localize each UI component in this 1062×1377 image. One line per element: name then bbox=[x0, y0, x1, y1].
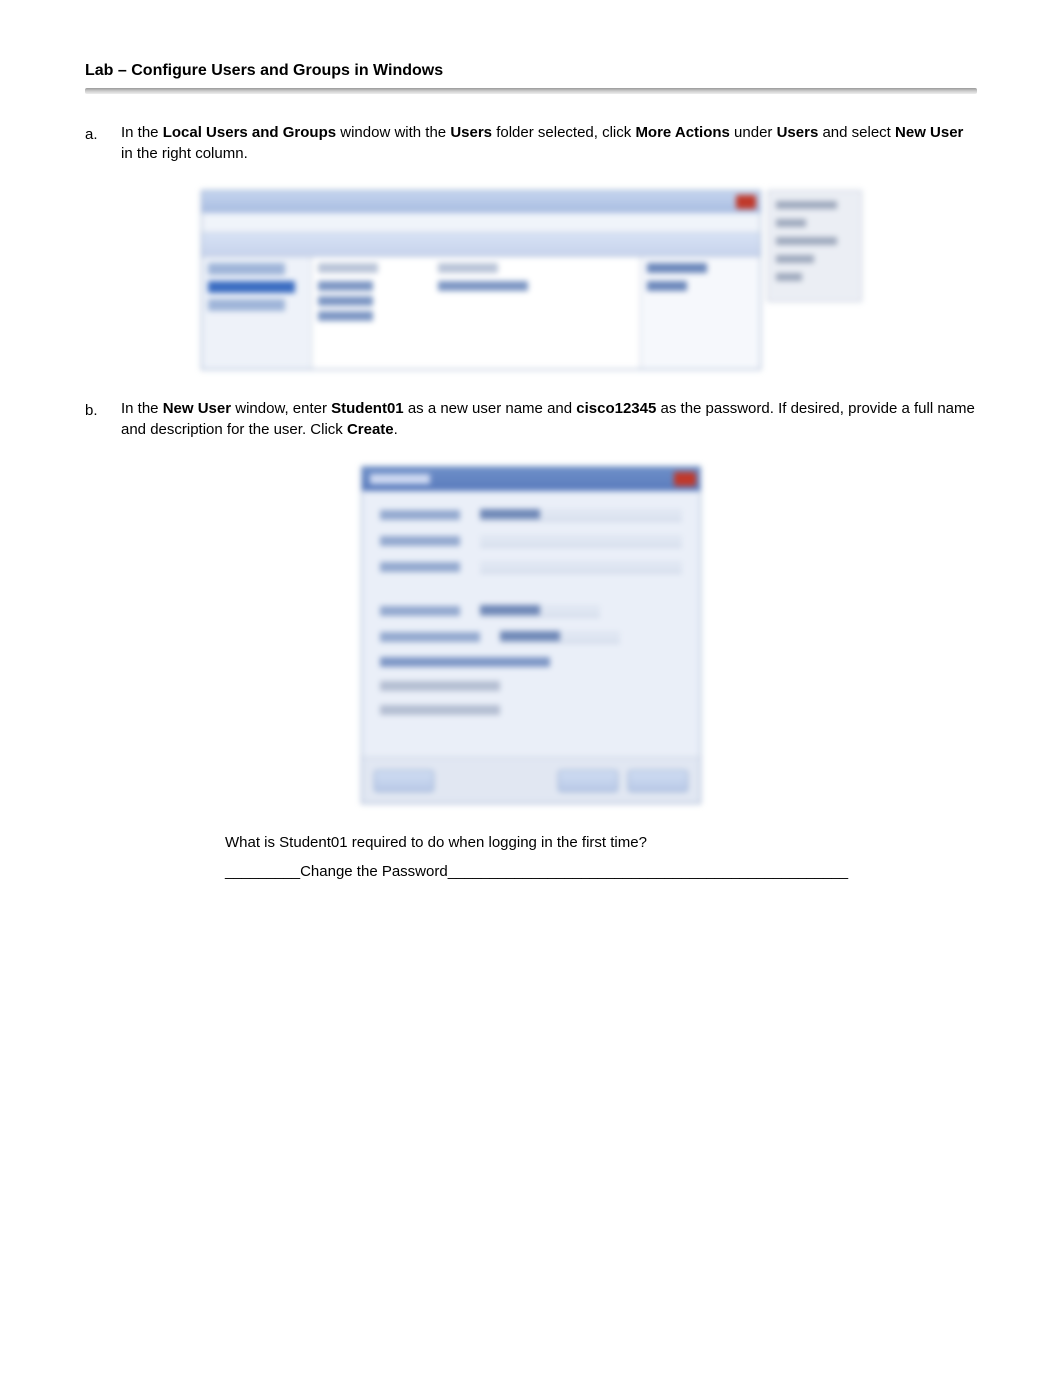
col-header bbox=[318, 263, 378, 273]
confirm-label bbox=[380, 632, 480, 642]
action-line bbox=[647, 281, 687, 291]
step-a-t6: More Actions bbox=[635, 124, 729, 141]
step-a-t1: In the bbox=[121, 124, 163, 141]
fullname-row bbox=[380, 535, 682, 547]
close-icon bbox=[674, 472, 696, 486]
close-button bbox=[628, 770, 688, 792]
step-b-letter: b. bbox=[85, 398, 103, 444]
step-a-t7: under bbox=[730, 124, 777, 141]
page-title: Lab – Configure Users and Groups in Wind… bbox=[85, 60, 977, 88]
action-line bbox=[647, 263, 707, 273]
answer-suffix-blank: ________________________________________… bbox=[448, 863, 848, 880]
help-button bbox=[374, 770, 434, 792]
confirm-row bbox=[380, 631, 682, 643]
step-a-t5: folder selected, click bbox=[492, 124, 635, 141]
description-row bbox=[380, 561, 682, 573]
figure-a-wrap bbox=[85, 190, 977, 370]
menu-item bbox=[776, 237, 838, 245]
password-input bbox=[480, 605, 600, 617]
step-b-t9: . bbox=[394, 421, 398, 438]
description-label bbox=[380, 562, 460, 572]
step-a-t9: and select bbox=[818, 124, 895, 141]
menu-item bbox=[776, 219, 807, 227]
fullname-label bbox=[380, 536, 460, 546]
close-icon bbox=[736, 195, 756, 209]
step-b-t5: as a new user name and bbox=[404, 400, 577, 417]
step-a-t4: Users bbox=[450, 124, 492, 141]
step-a-t8: Users bbox=[777, 124, 819, 141]
tree-row bbox=[208, 299, 286, 311]
step-b-t1: In the bbox=[121, 400, 163, 417]
step-b-t3: window, enter bbox=[231, 400, 331, 417]
fullname-input bbox=[480, 535, 682, 547]
username-label bbox=[380, 510, 460, 520]
step-a-t10: New User bbox=[895, 124, 963, 141]
lug-window bbox=[201, 190, 761, 370]
description-input bbox=[480, 561, 682, 573]
list-row bbox=[318, 296, 373, 306]
cannot-change-check bbox=[380, 681, 500, 691]
list-row bbox=[318, 281, 373, 291]
lug-tree bbox=[202, 257, 312, 369]
title-rule bbox=[85, 88, 977, 94]
lug-body bbox=[202, 257, 760, 369]
username-row bbox=[380, 509, 682, 521]
step-b-text: In the New User window, enter Student01 … bbox=[121, 398, 977, 444]
step-a-letter: a. bbox=[85, 122, 103, 168]
step-a-t11: in the right column. bbox=[121, 145, 248, 162]
step-b-t2: New User bbox=[163, 400, 231, 417]
lug-titlebar bbox=[202, 191, 760, 213]
list-row bbox=[438, 281, 528, 291]
question-text: What is Student01 required to do when lo… bbox=[225, 832, 977, 853]
answer-text: Change the Password bbox=[300, 863, 448, 880]
must-change-check bbox=[380, 657, 550, 667]
answer-line: _________Change the Password____________… bbox=[225, 861, 977, 882]
step-b-t6: cisco12345 bbox=[576, 400, 656, 417]
nu-footer bbox=[362, 757, 700, 803]
confirm-input bbox=[500, 631, 620, 643]
answer-prefix-blank: _________ bbox=[225, 863, 300, 880]
col-header bbox=[438, 263, 498, 273]
figure-b-wrap bbox=[85, 466, 977, 804]
nu-body bbox=[362, 491, 700, 757]
step-a-t3: window with the bbox=[336, 124, 450, 141]
tree-row bbox=[208, 263, 286, 275]
context-menu bbox=[767, 190, 862, 302]
step-a: a. In the Local Users and Groups window … bbox=[85, 122, 977, 168]
new-user-dialog-screenshot bbox=[361, 466, 701, 804]
step-b-t4: Student01 bbox=[331, 400, 404, 417]
username-input bbox=[480, 509, 682, 521]
never-expire-check bbox=[380, 705, 500, 715]
nu-title-text bbox=[370, 474, 430, 484]
create-button bbox=[558, 770, 618, 792]
password-row bbox=[380, 605, 682, 617]
menu-item bbox=[776, 273, 803, 281]
lug-toolbar bbox=[202, 233, 760, 257]
step-a-t2: Local Users and Groups bbox=[163, 124, 336, 141]
menu-item bbox=[776, 255, 815, 263]
lug-list bbox=[312, 257, 640, 369]
password-label bbox=[380, 606, 460, 616]
list-row bbox=[318, 311, 373, 321]
step-b-t8: Create bbox=[347, 421, 394, 438]
step-a-text: In the Local Users and Groups window wit… bbox=[121, 122, 977, 168]
lug-menubar bbox=[202, 213, 760, 233]
menu-item bbox=[776, 201, 838, 209]
local-users-groups-screenshot bbox=[201, 190, 862, 370]
tree-row-selected bbox=[208, 281, 295, 293]
nu-titlebar bbox=[362, 467, 700, 491]
step-b: b. In the New User window, enter Student… bbox=[85, 398, 977, 444]
lug-actions-pane bbox=[640, 257, 760, 369]
